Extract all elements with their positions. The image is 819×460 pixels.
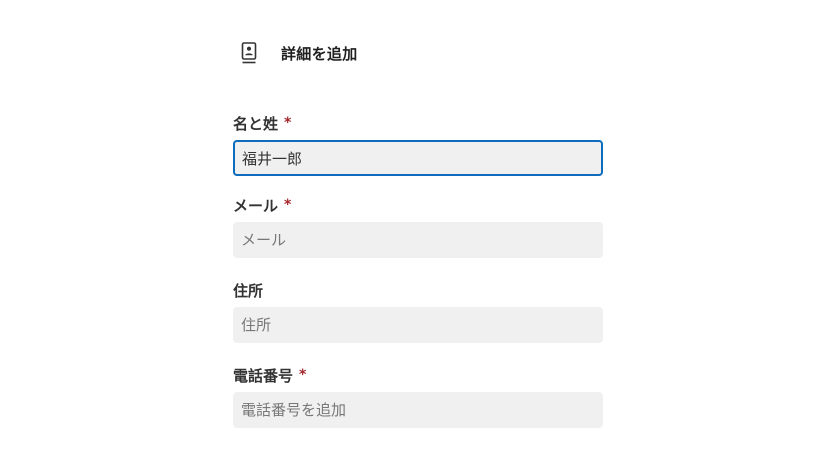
phone-field: 電話番号 *: [233, 364, 603, 428]
email-field: メール *: [233, 194, 603, 258]
phone-label-text: 電話番号: [233, 366, 294, 385]
name-field: 名と姓 *: [233, 112, 603, 176]
address-field: 住所: [233, 279, 603, 343]
required-marker: *: [284, 115, 292, 131]
email-label-text: メール: [233, 196, 279, 215]
required-marker: *: [284, 197, 292, 213]
phone-input[interactable]: [233, 392, 603, 428]
required-marker: *: [299, 367, 307, 383]
address-label: 住所: [233, 279, 603, 301]
email-input[interactable]: [233, 222, 603, 258]
contact-details-form-page: 詳細を追加 名と姓 * メール * 住所: [0, 0, 819, 460]
address-input[interactable]: [233, 307, 603, 343]
phone-label: 電話番号 *: [233, 364, 603, 386]
contact-card-icon: [241, 42, 259, 64]
name-label: 名と姓 *: [233, 112, 603, 134]
details-form: 名と姓 * メール * 住所 電話番号 *: [233, 112, 603, 428]
section-header: 詳細を追加: [241, 41, 358, 65]
name-label-text: 名と姓: [233, 114, 279, 133]
name-input[interactable]: [233, 140, 603, 176]
section-title: 詳細を追加: [281, 44, 358, 63]
email-label: メール *: [233, 194, 603, 216]
address-label-text: 住所: [233, 281, 264, 300]
